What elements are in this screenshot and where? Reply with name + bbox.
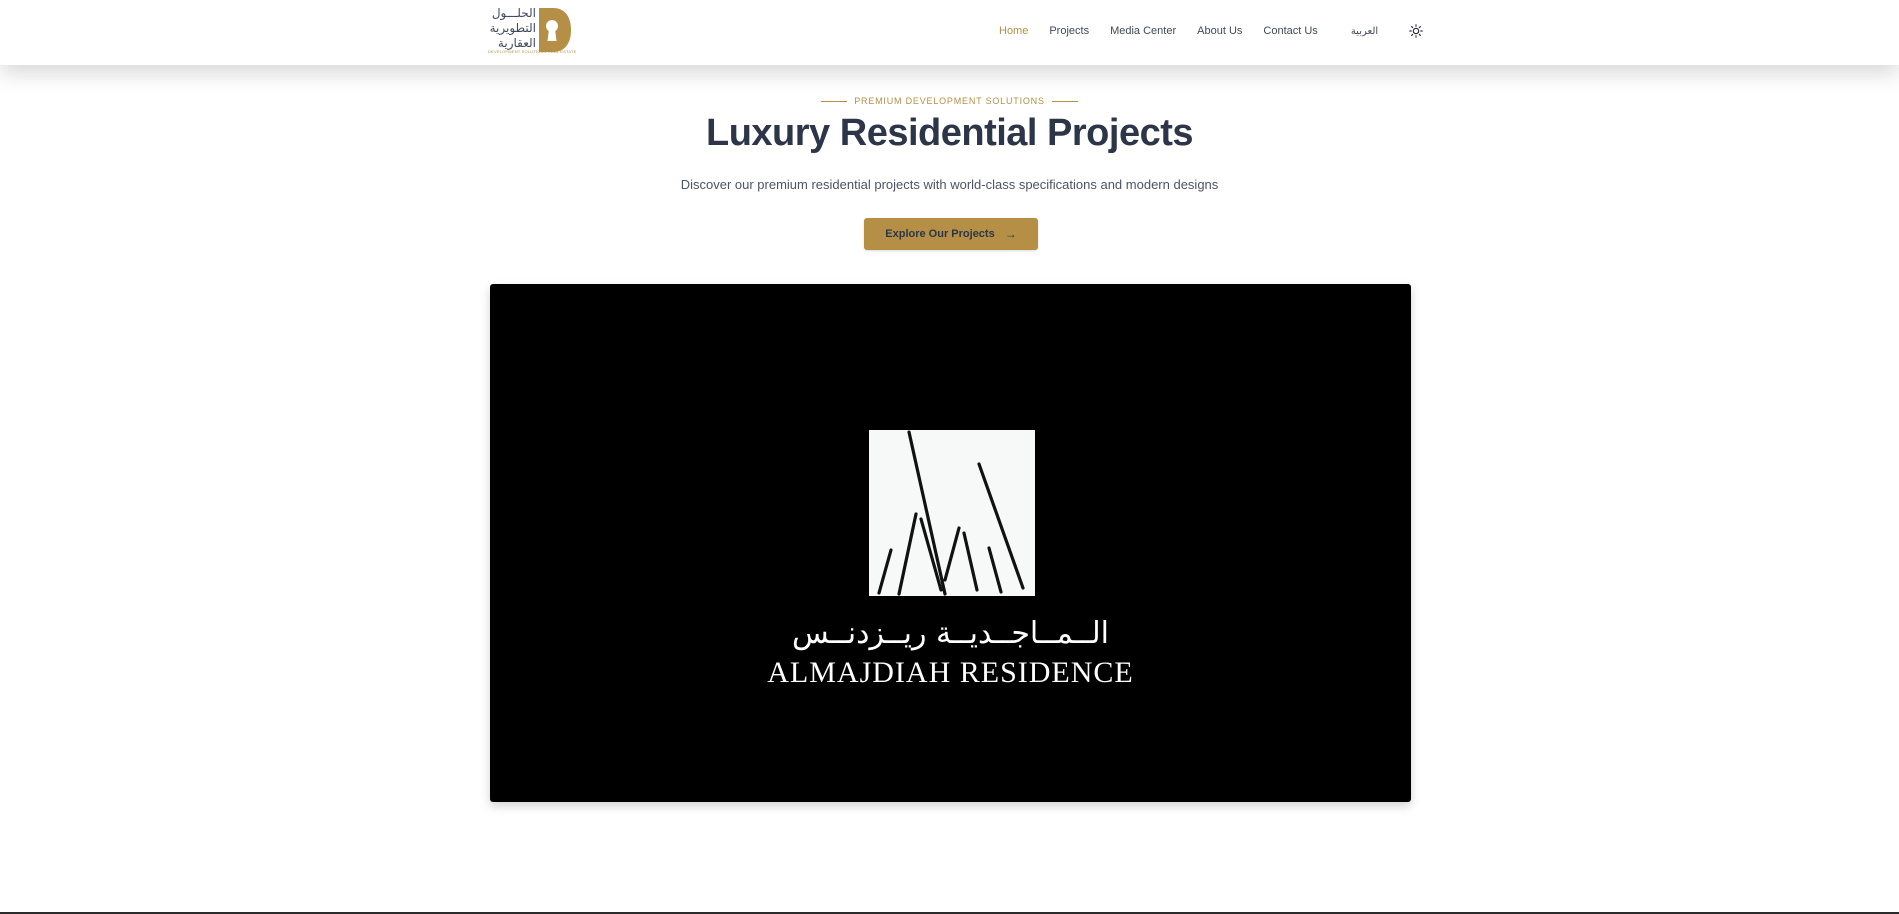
- page-title: Luxury Residential Projects: [706, 112, 1194, 154]
- brand-name-line: التطويرية: [489, 21, 536, 35]
- brand-name-line: الحلـــول: [491, 6, 536, 20]
- project-video[interactable]: الــمــاجــديــة ريــزدنــس ALMAJDIAH RE…: [490, 284, 1411, 802]
- nav-media-center[interactable]: Media Center: [1110, 25, 1176, 37]
- sun-icon[interactable]: [1409, 24, 1423, 38]
- hero-eyebrow: PREMIUM DEVELOPMENT SOLUTIONS: [0, 96, 1899, 106]
- cta-label: Explore Our Projects: [885, 228, 995, 240]
- language-switch[interactable]: العربية: [1351, 26, 1378, 37]
- site-header: الحلـــول التطويرية العقارية DEVELOPMENT…: [0, 0, 1899, 65]
- main-nav: Home Projects Media Center About Us Cont…: [999, 24, 1423, 38]
- eyebrow-rule-left: [821, 100, 848, 102]
- eyebrow-rule-right: [1051, 100, 1078, 102]
- hero-subtitle: Discover our premium residential project…: [680, 177, 1219, 192]
- arrow-right-icon: →: [1004, 227, 1017, 241]
- brand-name-ar: الحلـــول التطويرية العقارية: [486, 6, 536, 51]
- eyebrow-text: PREMIUM DEVELOPMENT SOLUTIONS: [854, 96, 1045, 106]
- nav-contact-us[interactable]: Contact Us: [1263, 25, 1317, 37]
- keyhole-d-logo-icon: [539, 8, 571, 52]
- project-name-en: ALMAJDIAH RESIDENCE: [767, 656, 1134, 689]
- nav-projects[interactable]: Projects: [1049, 25, 1089, 37]
- almajdiah-emblem-icon: [869, 430, 1035, 596]
- project-name-ar: الــمــاجــديــة ريــزدنــس: [791, 616, 1110, 651]
- brand-tagline: DEVELOPMENT SOLUTIONS REAL ESTATE: [488, 49, 577, 54]
- explore-projects-button[interactable]: Explore Our Projects →: [864, 218, 1038, 250]
- nav-about-us[interactable]: About Us: [1197, 25, 1242, 37]
- nav-home[interactable]: Home: [999, 25, 1028, 37]
- brand-logo[interactable]: الحلـــول التطويرية العقارية DEVELOPMENT…: [486, 6, 576, 56]
